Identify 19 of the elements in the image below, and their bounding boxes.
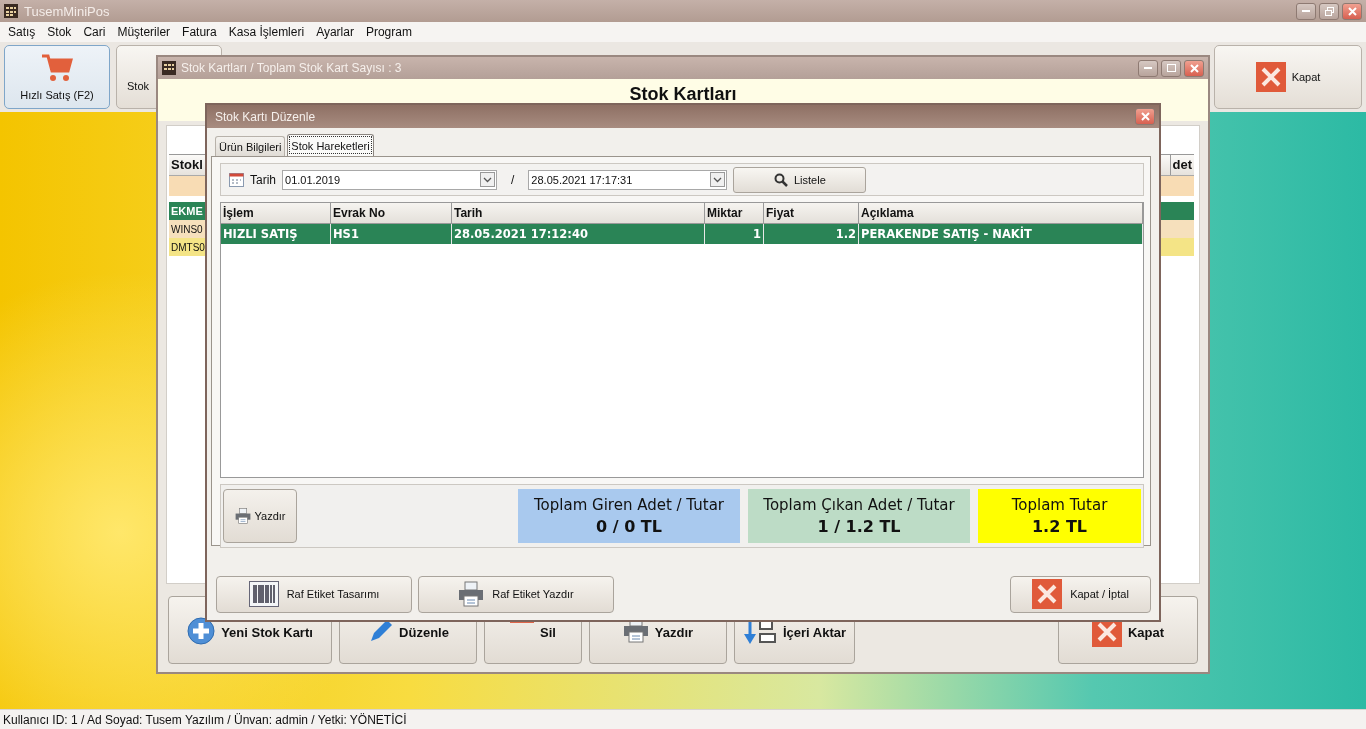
total-title: Toplam Tutar — [1011, 496, 1108, 514]
separator-label: / — [511, 172, 515, 187]
table-cell: HS1 — [331, 224, 452, 244]
dialog-title: Stok Kartı Düzenle — [215, 109, 316, 124]
window-title: Stok Kartları / Toplam Stok Kart Sayısı : 3 — [181, 61, 402, 75]
heading: Stok Kartları — [629, 84, 737, 106]
date-label: Tarih — [250, 172, 276, 187]
total-title: Toplam Giren Adet / Tutar — [533, 496, 724, 514]
table-cell: HIZLI SATIŞ — [221, 224, 331, 244]
table-cell: 1 — [705, 224, 764, 244]
window-title: TusemMiniPos — [24, 3, 110, 19]
total-value: 1 / 1.2 TL — [817, 517, 901, 536]
table-cell: 1.2 — [764, 224, 859, 244]
total-title: Toplam Çıkan Adet / Tutar — [763, 496, 955, 514]
table-cell: PERAKENDE SATIŞ - NAKİT — [859, 224, 1143, 244]
total-value: 1.2 TL — [1032, 517, 1087, 536]
total-value: 0 / 0 TL — [596, 517, 662, 536]
table-cell: 28.05.2021 17:12:40 — [452, 224, 705, 244]
status-bar: Kullanıcı ID: 1 / Ad Soyad: Tusem Yazılım / Ünvan: admin / Yetki: YÖNETİCİ — [0, 709, 1366, 729]
